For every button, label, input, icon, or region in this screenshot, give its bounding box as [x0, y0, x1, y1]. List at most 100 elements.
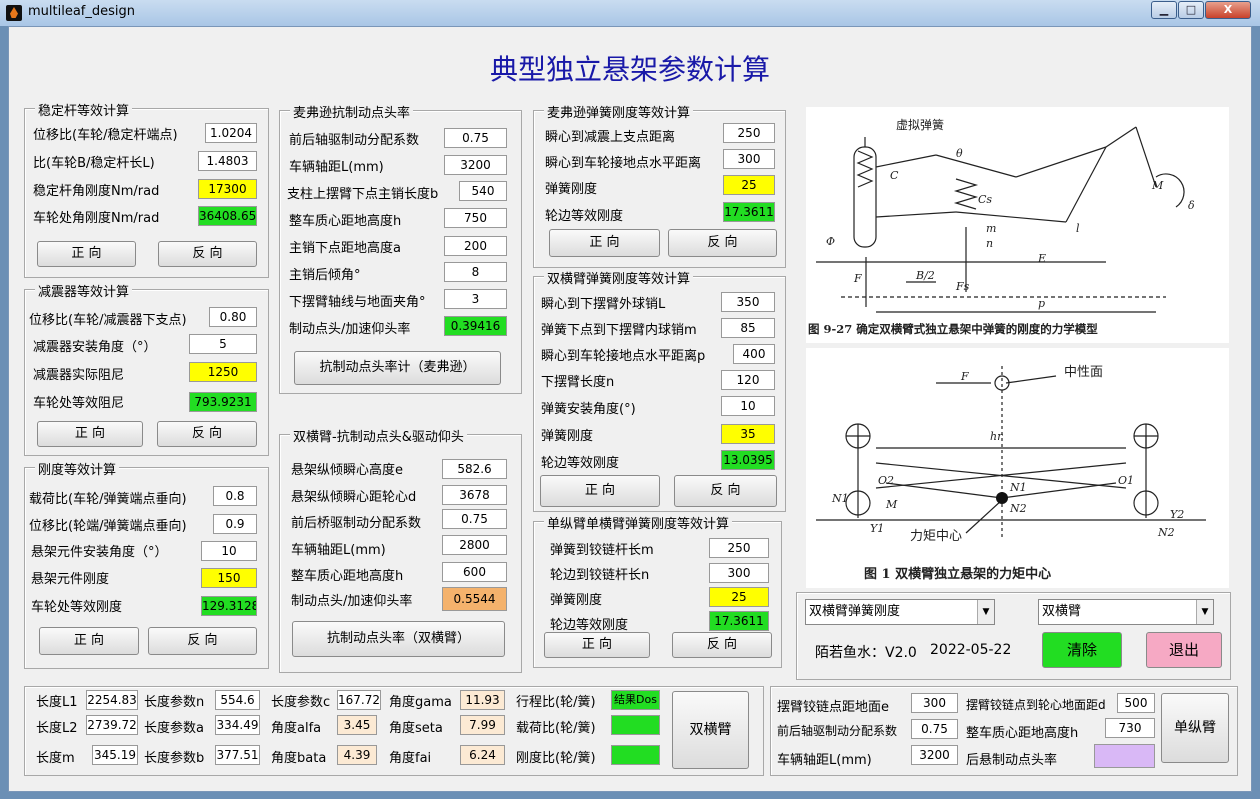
- value-field[interactable]: 350: [721, 292, 775, 312]
- forward-button[interactable]: 正 向: [549, 229, 660, 257]
- value-field[interactable]: 0.8: [213, 486, 257, 506]
- value-field[interactable]: 85: [721, 318, 775, 338]
- double-wishbone-anti-dive-button[interactable]: 抗制动点头率（双横臂）: [292, 621, 505, 657]
- value-field[interactable]: 554.6: [215, 690, 260, 710]
- value-field[interactable]: 300: [709, 563, 769, 583]
- row-label: 长度参数n: [144, 695, 205, 710]
- result-field: 129.3128: [201, 596, 257, 616]
- result-field: 17.3611: [723, 202, 775, 222]
- spring-model-diagram: 虚拟弹簧 C θ M δ Cs m n l Φ F B/2 E Fs p 图 9…: [808, 117, 1195, 336]
- value-field[interactable]: 3200: [911, 745, 958, 765]
- suspension-type-select[interactable]: 双横臂 ▼: [1038, 599, 1214, 625]
- forward-button[interactable]: 正 向: [37, 421, 143, 447]
- fig1-letter: δ: [1188, 199, 1195, 212]
- value-field[interactable]: 3: [444, 289, 507, 309]
- value-field[interactable]: 10: [201, 541, 257, 561]
- value-field[interactable]: 17300: [198, 179, 257, 199]
- value-field[interactable]: 2800: [442, 535, 507, 555]
- title-bar[interactable]: [0, 0, 1260, 26]
- value-field[interactable]: 2739.72: [86, 715, 138, 735]
- minimize-button[interactable]: ▁: [1151, 1, 1177, 19]
- reverse-button[interactable]: 反 向: [157, 421, 257, 447]
- value-field[interactable]: 730: [1105, 718, 1155, 738]
- row-label: 瞬心到下摆臂外球销L: [541, 297, 666, 312]
- row-label: 整车质心距地高度h: [966, 726, 1079, 741]
- row-label: 轮边到铰链杆长n: [550, 568, 650, 583]
- reverse-button[interactable]: 反 向: [148, 627, 257, 655]
- result-field: 0.39416: [444, 316, 507, 336]
- value-field[interactable]: 0.75: [911, 719, 958, 739]
- value-field[interactable]: 600: [442, 562, 507, 582]
- forward-button[interactable]: 正 向: [544, 632, 650, 658]
- row-label: 减震器安装角度（°）: [33, 340, 157, 355]
- value-field[interactable]: 750: [444, 208, 507, 228]
- value-field[interactable]: 8: [444, 262, 507, 282]
- macpherson-anti-dive-button[interactable]: 抗制动点头率计（麦弗逊）: [294, 351, 501, 385]
- forward-button[interactable]: 正 向: [540, 475, 660, 507]
- value-field[interactable]: 0.9: [213, 514, 257, 534]
- value-field[interactable]: 167.72: [337, 690, 381, 710]
- value-field[interactable]: 345.19: [92, 745, 138, 765]
- value-field[interactable]: 334.49: [215, 715, 260, 735]
- fig1-letter: Cs: [978, 193, 992, 206]
- value-field: 7.99: [460, 715, 505, 735]
- app-icon: [6, 5, 22, 21]
- reverse-button[interactable]: 反 向: [668, 229, 777, 257]
- panel-title: 双横臂弹簧刚度等效计算: [544, 268, 694, 287]
- value-field[interactable]: 150: [201, 568, 257, 588]
- fig1-letter: B/2: [915, 269, 935, 282]
- value-field[interactable]: 0.75: [444, 128, 507, 148]
- trailing-arm-button[interactable]: 单纵臂: [1161, 693, 1229, 763]
- value-field[interactable]: 1.4803: [198, 151, 257, 171]
- chevron-down-icon[interactable]: ▼: [1196, 600, 1213, 624]
- value-field[interactable]: 2254.83: [86, 690, 138, 710]
- value-field[interactable]: 3678: [442, 485, 507, 505]
- value-field[interactable]: 377.51: [215, 745, 260, 765]
- value-field[interactable]: 0.75: [442, 509, 507, 529]
- value-field[interactable]: 3200: [444, 155, 507, 175]
- row-label: 行程比(轮/簧): [516, 695, 596, 710]
- row-label: 角度bata: [271, 751, 327, 766]
- close-button[interactable]: X: [1205, 1, 1251, 19]
- fig2-moment-label: 力矩中心: [910, 529, 962, 544]
- maximize-button[interactable]: □: [1178, 1, 1204, 19]
- author-label: 陌若鱼水：V2.0: [815, 645, 917, 661]
- fig1-letter: M: [1151, 179, 1164, 192]
- value-field[interactable]: 1250: [189, 362, 257, 382]
- result-field: 17.3611: [709, 611, 769, 631]
- value-field[interactable]: 0.80: [209, 307, 257, 327]
- row-label: 制动点头/加速仰头率: [289, 322, 411, 337]
- value-field[interactable]: 250: [723, 123, 775, 143]
- value-field[interactable]: 25: [723, 175, 775, 195]
- double-wishbone-button[interactable]: 双横臂: [672, 691, 749, 769]
- value-field[interactable]: 35: [721, 424, 775, 444]
- calc-type-value: 双横臂弹簧刚度: [809, 604, 901, 619]
- value-field[interactable]: 400: [733, 344, 775, 364]
- row-label: 弹簧刚度: [550, 593, 603, 608]
- value-field[interactable]: 120: [721, 370, 775, 390]
- value-field[interactable]: 5: [189, 334, 257, 354]
- calc-type-select[interactable]: 双横臂弹簧刚度 ▼: [805, 599, 995, 625]
- exit-button[interactable]: 退出: [1146, 632, 1222, 668]
- value-field[interactable]: 250: [709, 538, 769, 558]
- row-label: 长度参数b: [144, 751, 205, 766]
- clear-button[interactable]: 清除: [1042, 632, 1122, 668]
- value-field[interactable]: 540: [459, 181, 507, 201]
- value-field[interactable]: 300: [911, 693, 958, 713]
- reverse-button[interactable]: 反 向: [672, 632, 772, 658]
- value-field[interactable]: 200: [444, 236, 507, 256]
- value-field[interactable]: 1.0204: [205, 123, 257, 143]
- suspension-type-value: 双横臂: [1042, 604, 1082, 619]
- chevron-down-icon[interactable]: ▼: [977, 600, 994, 624]
- value-field[interactable]: 25: [709, 587, 769, 607]
- value-field[interactable]: 500: [1117, 693, 1155, 713]
- reverse-button[interactable]: 反 向: [674, 475, 777, 507]
- reverse-button[interactable]: 反 向: [158, 241, 257, 267]
- value-field[interactable]: 582.6: [442, 459, 507, 479]
- forward-button[interactable]: 正 向: [39, 627, 139, 655]
- row-label: 车轮处等效阻尼: [33, 396, 125, 411]
- forward-button[interactable]: 正 向: [37, 241, 136, 267]
- row-label: 比(车轮B/稳定杆长L): [33, 156, 155, 171]
- value-field[interactable]: 10: [721, 396, 775, 416]
- value-field[interactable]: 300: [723, 149, 775, 169]
